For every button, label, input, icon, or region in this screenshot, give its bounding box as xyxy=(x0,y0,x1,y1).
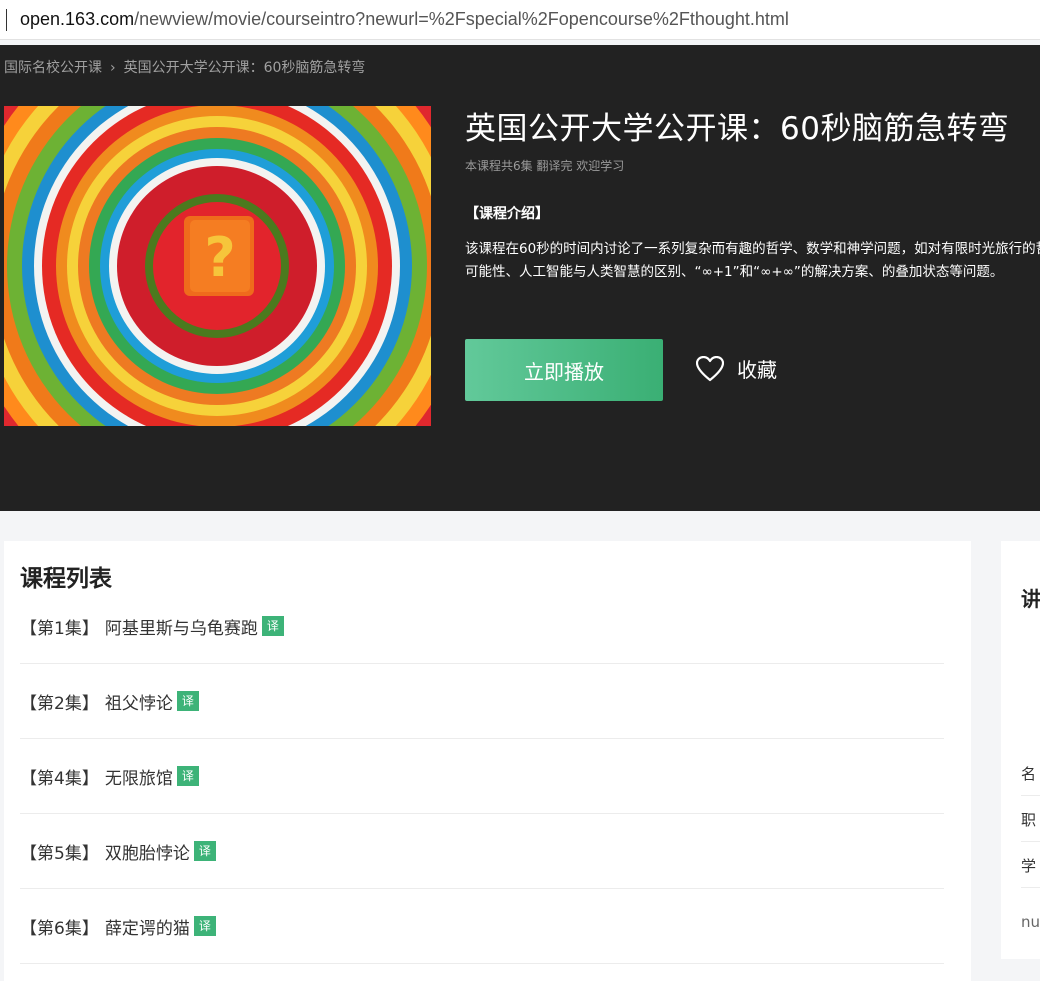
cover-target-illustration: ? xyxy=(4,106,431,426)
episode-number: 【第4集】 xyxy=(20,768,99,789)
lecturer-extra-row: nu xyxy=(1021,913,1040,931)
divider xyxy=(1021,795,1040,796)
translated-badge: 译 xyxy=(193,916,216,936)
url-host: open.163.com xyxy=(20,9,135,29)
translated-badge: 译 xyxy=(193,841,216,861)
episode-number: 【第5集】 xyxy=(20,843,99,864)
episode-title: 薛定谔的猫 xyxy=(104,918,190,939)
heart-icon xyxy=(696,355,724,381)
lecturer-name-row: 名 xyxy=(1021,765,1037,783)
translated-badge: 译 xyxy=(176,691,199,711)
lecturer-school-row: 学 xyxy=(1021,857,1037,875)
favorite-label: 收藏 xyxy=(737,358,777,382)
course-list: 【第1集】 阿基里斯与乌龟赛跑译 【第2集】 祖父悖论译 【第4集】 无限旅馆译 【第… xyxy=(20,589,944,964)
list-item[interactable]: 【第6集】 薛定谔的猫译 xyxy=(20,889,944,964)
play-now-button[interactable]: 立即播放 xyxy=(465,339,663,401)
favorite-button[interactable]: 收藏 xyxy=(696,354,777,383)
course-title: 英国公开大学公开课：60秒脑筋急转弯 xyxy=(465,111,1010,147)
list-item[interactable]: 【第2集】 祖父悖论译 xyxy=(20,664,944,739)
divider xyxy=(1021,887,1040,888)
episode-title: 双胞胎悖论 xyxy=(104,843,190,864)
address-bar[interactable]: open.163.com/newview/movie/courseintro?n… xyxy=(0,0,1040,40)
list-item[interactable]: 【第5集】 双胞胎悖论译 xyxy=(20,814,944,889)
course-list-card: 课程列表 【第1集】 阿基里斯与乌龟赛跑译 【第2集】 祖父悖论译 【第4集】 无限旅… xyxy=(4,541,971,981)
lecturer-card: 讲 名 职 学 nu xyxy=(1001,541,1040,959)
translated-badge: 译 xyxy=(176,766,199,786)
lecturer-title-row: 职 xyxy=(1021,811,1037,829)
divider xyxy=(1021,841,1040,842)
intro-text: 该课程在60秒的时间内讨论了一系列复杂而有趣的哲学、数学和神学问题，如对有限时光… xyxy=(465,241,1040,280)
episode-title: 阿基里斯与乌龟赛跑 xyxy=(104,618,258,639)
breadcrumb-item-category[interactable]: 国际名校公开课 xyxy=(4,60,102,76)
course-list-title: 课程列表 xyxy=(20,566,112,592)
list-item[interactable]: 【第4集】 无限旅馆译 xyxy=(20,739,944,814)
intro-heading: 【课程介绍】 xyxy=(465,206,549,222)
episode-title: 无限旅馆 xyxy=(104,768,173,789)
url-text[interactable]: open.163.com/newview/movie/courseintro?n… xyxy=(20,9,789,30)
episode-number: 【第2集】 xyxy=(20,693,99,714)
list-item[interactable]: 【第1集】 阿基里斯与乌龟赛跑译 xyxy=(20,589,944,664)
course-cover-image[interactable]: ? xyxy=(4,106,431,426)
course-meta: 本课程共6集 翻译完 欢迎学习 xyxy=(465,159,625,173)
breadcrumb-item-current[interactable]: 英国公开大学公开课：60秒脑筋急转弯 xyxy=(124,60,366,76)
chevron-right-icon: › xyxy=(110,60,116,76)
course-hero: 国际名校公开课 › 英国公开大学公开课：60秒脑筋急转弯 ? 英国公开大学公开课… xyxy=(0,45,1040,511)
lecturer-card-title: 讲 xyxy=(1021,587,1040,611)
episode-title: 祖父悖论 xyxy=(104,693,173,714)
episode-number: 【第6集】 xyxy=(20,918,99,939)
text-caret xyxy=(6,9,7,31)
translated-badge: 译 xyxy=(261,616,284,636)
breadcrumb: 国际名校公开课 › 英国公开大学公开课：60秒脑筋急转弯 xyxy=(4,57,365,77)
question-mark-icon: ? xyxy=(204,226,235,289)
url-path: /newview/movie/courseintro?newurl=%2Fspe… xyxy=(134,9,789,29)
episode-number: 【第1集】 xyxy=(20,618,99,639)
